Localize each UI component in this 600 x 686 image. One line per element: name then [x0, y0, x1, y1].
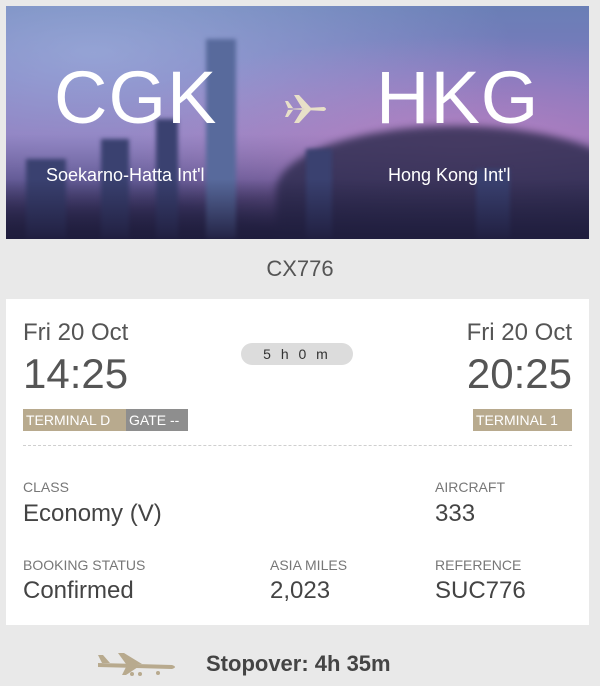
aircraft-value: 333	[435, 500, 476, 527]
arrival-time: 20:25	[466, 350, 572, 397]
stopover-row: Stopover: 4h 35m	[0, 645, 600, 685]
asia-miles-label: ASIA MILES	[270, 557, 348, 573]
flight-number: CX776	[266, 256, 334, 281]
departure-terminal-tag: TERMINAL D	[23, 409, 126, 431]
class-value: Economy (V)	[23, 500, 162, 527]
landing-airplane-icon	[98, 653, 175, 676]
airplane-icon	[285, 95, 326, 123]
aircraft-label: AIRCRAFT	[435, 479, 505, 495]
departure-date: Fri 20 Oct	[23, 319, 129, 346]
stopover-duration: Stopover: 4h 35m	[206, 651, 391, 676]
reference-label: REFERENCE	[435, 557, 522, 573]
departure-time: 14:25	[23, 350, 129, 397]
booking-status-label: BOOKING STATUS	[23, 557, 146, 573]
reference-value: SUC776	[435, 577, 526, 604]
flight-details-card: Fri 20 Oct 14:25 5 h 0 m Fri 20 Oct 20:2…	[6, 299, 589, 625]
arrival-terminal-tag: TERMINAL 1	[473, 409, 572, 431]
city-lights	[6, 179, 589, 239]
departure-gate-tag: GATE --	[126, 409, 188, 431]
arrival-date: Fri 20 Oct	[466, 319, 572, 346]
class-label: CLASS	[23, 479, 69, 495]
booking-status-value: Confirmed	[23, 577, 134, 604]
origin-code: CGK	[54, 56, 218, 139]
dashed-divider	[23, 445, 572, 446]
flight-duration-badge: 5 h 0 m	[241, 343, 353, 365]
destination-airport-name: Hong Kong Int'l	[388, 165, 511, 185]
route-header: CGK HKG Soekarno-Hatta Int'l Hong Kong I…	[6, 6, 589, 239]
origin-airport-name: Soekarno-Hatta Int'l	[46, 165, 205, 185]
asia-miles-value: 2,023	[270, 577, 331, 604]
destination-code: HKG	[376, 56, 540, 139]
